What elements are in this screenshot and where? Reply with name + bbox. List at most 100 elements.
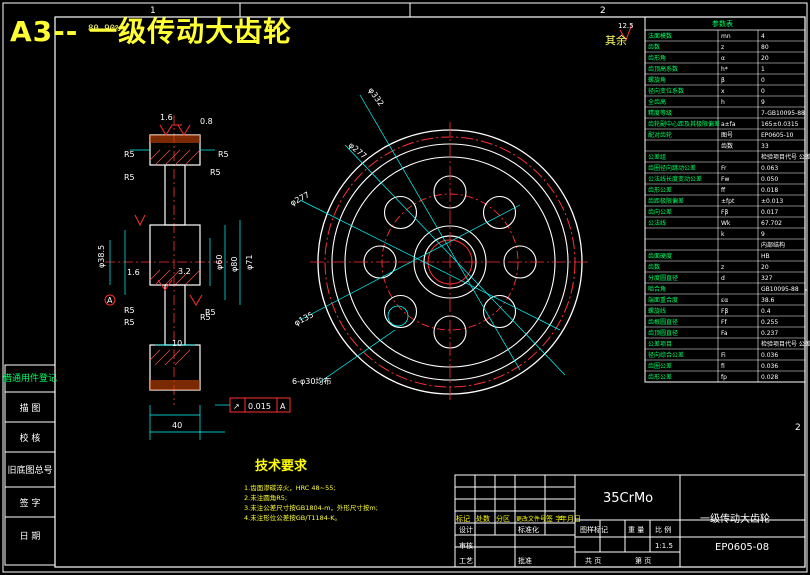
param-name: 径向变位系数 bbox=[648, 87, 684, 95]
strip-label: 日 期 bbox=[20, 531, 41, 542]
tb-label: 分区 bbox=[496, 514, 510, 523]
dim-label: R5 bbox=[218, 150, 229, 159]
tech-requirements: 技术要求 1.齿面渗碳淬火，HRC 48~55; 2.未注圆角R5; 3.未注公… bbox=[244, 458, 378, 522]
tech-req-item: 4.未注形位公差按GB/T1184-K。 bbox=[244, 513, 341, 522]
title-overlap-text: 80-90% bbox=[88, 24, 121, 34]
param-value: 检验项目代号 公差极限偏差 bbox=[761, 340, 810, 348]
param-name: 齿面硬度 bbox=[648, 252, 672, 260]
param-name: 齿圈径向跳动公差 bbox=[648, 164, 696, 172]
param-name: 齿数 bbox=[648, 263, 660, 271]
param-symbol: 齿数 bbox=[721, 142, 733, 150]
dim-label: 0.8 bbox=[200, 117, 213, 126]
dim-label: φ38.5 bbox=[97, 245, 106, 268]
svg-text:其余: 其余 bbox=[605, 33, 627, 47]
tb-scale: 1:1.5 bbox=[655, 542, 673, 550]
param-name: 齿数 bbox=[648, 43, 660, 51]
param-value: 0.036 bbox=[761, 352, 778, 359]
param-name: 公差项目 bbox=[648, 340, 672, 348]
param-value: 38.6 bbox=[761, 297, 775, 304]
param-name: 齿圈公差 bbox=[648, 362, 672, 370]
param-symbol: k bbox=[721, 231, 725, 238]
dim-label: R5 bbox=[124, 318, 135, 327]
dim-label: φ80 bbox=[230, 257, 239, 272]
dim-label: 3.2 bbox=[178, 267, 191, 276]
dim-label: 1.6 bbox=[127, 268, 140, 277]
tol-symbol: ↗ bbox=[233, 402, 240, 411]
param-name: 齿形公差 bbox=[648, 186, 672, 194]
param-value: 0 bbox=[761, 88, 765, 95]
param-name: 端面重合度 bbox=[648, 296, 678, 304]
dim-label: 1.6 bbox=[160, 113, 173, 122]
param-value: ±0.013 bbox=[761, 198, 783, 205]
lightening-hole bbox=[383, 195, 418, 230]
param-symbol: a±fa bbox=[721, 121, 736, 128]
strip-label: 描 图 bbox=[20, 402, 41, 414]
param-name: 齿形角 bbox=[648, 54, 666, 62]
dim-label: φ277 bbox=[289, 190, 311, 208]
dim-label: R5 bbox=[210, 168, 221, 177]
param-symbol: mn bbox=[721, 33, 731, 40]
param-symbol: z bbox=[721, 264, 724, 271]
param-name: 分度圆直径 bbox=[648, 274, 678, 282]
param-symbol: z bbox=[721, 44, 724, 51]
tb-label: 工艺 bbox=[459, 557, 473, 565]
param-symbol: ±fpt bbox=[721, 198, 735, 205]
param-value: 0.255 bbox=[761, 319, 778, 326]
strip-label: 借通用件登记 bbox=[3, 372, 57, 384]
param-value: GB10095-88 bbox=[761, 286, 799, 293]
param-value: 检验项目代号 公差或极限偏差 bbox=[761, 153, 810, 161]
dim-label: R5 bbox=[124, 306, 135, 315]
dim-label: φ71 bbox=[245, 255, 254, 270]
front-view bbox=[299, 94, 590, 402]
param-value: 内部结构 bbox=[761, 241, 785, 249]
param-symbol: Wk bbox=[721, 220, 731, 227]
param-name: 螺旋角 bbox=[648, 76, 666, 84]
param-name: 公差组 bbox=[648, 153, 666, 161]
tb-label: 标准化 bbox=[518, 525, 539, 534]
param-symbol: ff bbox=[721, 187, 726, 194]
outer-border bbox=[2, 2, 808, 573]
tb-label: 第 页 bbox=[635, 556, 651, 565]
param-value: 0.050 bbox=[761, 176, 778, 183]
param-value: 1 bbox=[761, 66, 765, 73]
tb-part-name: 一级传动大齿轮 bbox=[700, 512, 770, 525]
param-value: 0.237 bbox=[761, 330, 778, 337]
tb-label: 比 例 bbox=[655, 525, 671, 534]
param-symbol: h* bbox=[721, 66, 728, 73]
param-value: 9 bbox=[761, 99, 765, 106]
param-symbol: 图号 bbox=[721, 132, 733, 139]
dim-label: φ60 bbox=[215, 255, 224, 270]
param-name: 齿顶圆直径 bbox=[648, 329, 678, 337]
param-table: 参数表法面模数 mn 4 齿数 z 80 齿形角 α 20 齿顶高系数 h* 1 螺旋角 β 0 径向变位系数… bbox=[644, 16, 810, 383]
tol-value: 0.015 bbox=[248, 402, 271, 411]
tb-label: 年月日 bbox=[560, 514, 581, 523]
strip-label: 旧底图总号 bbox=[7, 464, 52, 476]
param-value: 0 bbox=[761, 77, 765, 84]
tb-label: 设计 bbox=[459, 525, 473, 534]
param-value: 0.018 bbox=[761, 187, 778, 194]
param-value: 80 bbox=[761, 44, 769, 51]
param-name: 齿顶高系数 bbox=[648, 65, 678, 73]
tech-req-title: 技术要求 bbox=[255, 458, 308, 474]
param-value: 33 bbox=[761, 143, 769, 150]
param-value: 9 bbox=[761, 231, 765, 238]
tb-label: 批准 bbox=[518, 556, 532, 565]
param-name: 径向综合公差 bbox=[648, 351, 684, 359]
roughness-note: 其余 12.5 bbox=[605, 22, 634, 47]
param-value: 0.036 bbox=[761, 363, 778, 370]
tb-label: 标记 bbox=[456, 514, 470, 523]
param-value: 4 bbox=[761, 33, 765, 40]
param-symbol: Fw bbox=[721, 176, 729, 183]
dim-label: R5 bbox=[205, 308, 216, 317]
tech-req-item: 3.未注公差尺寸按GB1804-m，外形尺寸按m; bbox=[244, 503, 378, 512]
param-name: 法面模数 bbox=[648, 32, 672, 40]
param-name: 啮合角 bbox=[648, 285, 666, 293]
param-symbol: x bbox=[721, 88, 725, 95]
param-value: 165±0.0315 bbox=[761, 121, 799, 128]
dim-label: R5 bbox=[124, 150, 135, 159]
tech-req-item: 2.未注圆角R5; bbox=[244, 493, 287, 502]
param-value: 67.702 bbox=[761, 220, 782, 227]
param-symbol: fi bbox=[721, 363, 725, 370]
drawing-sheet: 1 2 2 1.6 0.8 R5 R5 R5 R5 R5 R5 R5 R5 1.… bbox=[0, 0, 810, 575]
param-symbol: εα bbox=[721, 297, 728, 304]
